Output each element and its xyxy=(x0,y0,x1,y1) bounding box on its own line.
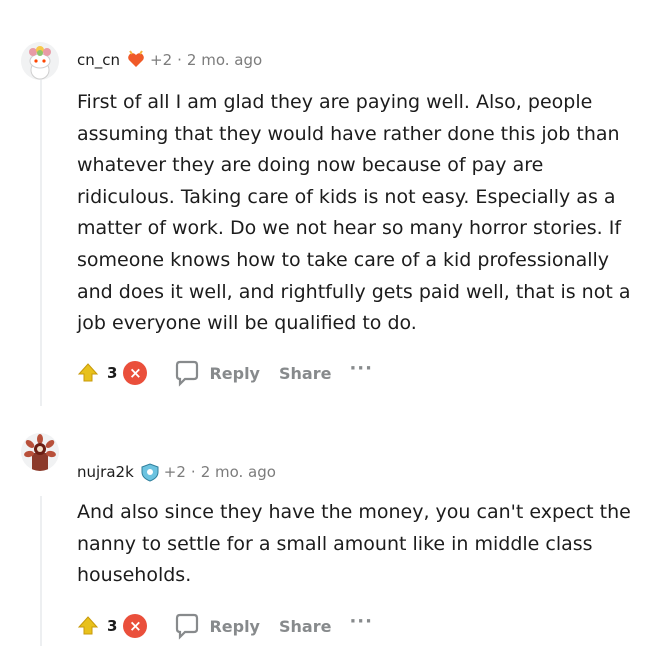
more-options-button[interactable]: ··· xyxy=(349,613,373,635)
thread-line[interactable] xyxy=(40,496,42,646)
avatar[interactable] xyxy=(21,433,59,471)
upvote-arrow-icon[interactable] xyxy=(77,615,99,637)
comment-meta: nujra2k +2 · 2 mo. ago xyxy=(77,461,276,483)
more-options-button[interactable]: ··· xyxy=(349,360,373,382)
downvote-x-icon[interactable]: × xyxy=(123,361,148,385)
separator: · xyxy=(177,51,182,69)
heart-flair-icon xyxy=(128,50,144,67)
comment-body: And also since they have the money, you … xyxy=(77,501,631,587)
vote-score: 3 xyxy=(107,364,118,382)
reply-bubble-icon xyxy=(176,360,199,387)
flower-avatar-icon xyxy=(21,42,59,80)
downvote-x-icon[interactable]: × xyxy=(123,614,148,638)
reply-button[interactable]: Reply xyxy=(173,612,260,640)
thread-line[interactable] xyxy=(40,68,42,406)
points: +2 xyxy=(150,51,173,69)
share-button[interactable]: Share xyxy=(279,617,331,636)
reply-label: Reply xyxy=(209,363,260,383)
reply-label: Reply xyxy=(209,616,260,636)
avatar[interactable] xyxy=(21,42,59,80)
username[interactable]: cn_cn xyxy=(77,51,120,69)
points: +2 xyxy=(163,463,186,481)
separator: · xyxy=(190,463,196,481)
username[interactable]: nujra2k xyxy=(77,463,134,481)
timestamp[interactable]: 2 mo. ago xyxy=(187,51,262,69)
vote-score: 3 xyxy=(107,617,118,635)
comment-body: First of all I am glad they are paying w… xyxy=(77,91,631,335)
timestamp[interactable]: 2 mo. ago xyxy=(201,463,276,481)
shield-flair-icon xyxy=(141,463,159,482)
comment-actions: 3 × Reply Share ··· xyxy=(77,358,373,388)
reply-button[interactable]: Reply xyxy=(173,359,260,387)
share-button[interactable]: Share xyxy=(279,364,331,383)
reply-bubble-icon xyxy=(176,613,199,640)
upvote-arrow-icon[interactable] xyxy=(77,362,99,384)
comment-actions: 3 × Reply Share ··· xyxy=(77,611,373,641)
comment-meta: cn_cn +2 · 2 mo. ago xyxy=(77,49,262,71)
demogorgon-avatar-icon xyxy=(21,433,59,471)
